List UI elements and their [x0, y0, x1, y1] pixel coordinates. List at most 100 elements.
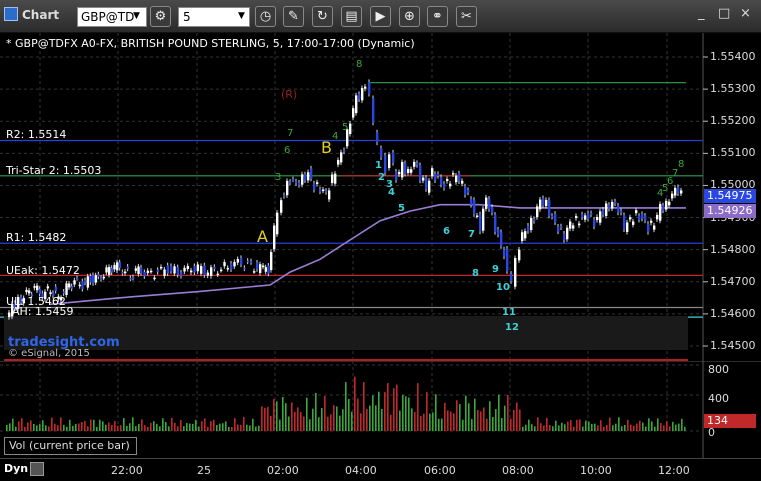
- volume-bar: [429, 413, 431, 431]
- ue-label-part1: UE: [6, 264, 22, 277]
- window-title: Chart: [22, 8, 60, 22]
- candle-body: [608, 204, 611, 209]
- candle-body: [665, 200, 668, 210]
- candle-body: [113, 264, 116, 270]
- volume-bar: [222, 423, 224, 431]
- candle-body: [482, 208, 485, 231]
- volume-study-label[interactable]: Vol (current price bar): [4, 437, 137, 455]
- candle-body: [560, 226, 563, 228]
- candle-body: [419, 165, 422, 181]
- candle-body: [388, 154, 391, 169]
- volume-bar: [237, 424, 239, 431]
- volume-bar: [147, 426, 149, 431]
- candle-body: [46, 286, 50, 289]
- r1-label: R1: 1.5482: [6, 231, 67, 244]
- candle-body: [587, 213, 590, 219]
- candle-body: [581, 214, 584, 218]
- volume-bar: [108, 422, 110, 431]
- volume-bar: [156, 423, 158, 431]
- candle-body: [473, 199, 476, 215]
- volume-bar: [405, 396, 407, 431]
- volume-bar: [648, 418, 650, 431]
- volume-bar: [627, 419, 629, 431]
- candle-body: [506, 248, 509, 272]
- volume-bar: [588, 421, 590, 431]
- volume-bar: [414, 412, 416, 431]
- maximize-icon[interactable]: □: [718, 6, 730, 21]
- candle-body: [500, 232, 503, 247]
- volume-bar: [39, 424, 41, 431]
- candle-body: [455, 175, 458, 183]
- copyright: © eSignal, 2015: [8, 348, 90, 359]
- b-marker: B: [321, 138, 332, 157]
- volume-bar: [600, 420, 602, 431]
- candle-body: [62, 291, 66, 294]
- candle-body: [596, 217, 599, 221]
- td-count: 12: [505, 322, 519, 333]
- candle-body: [617, 205, 620, 213]
- volume-bar: [477, 409, 479, 431]
- volume-bar: [561, 422, 563, 431]
- link-icon[interactable]: ⚭: [427, 6, 448, 27]
- candle-body: [243, 267, 246, 270]
- clock-icon[interactable]: ◷: [255, 6, 276, 27]
- volume-bar: [99, 419, 101, 431]
- interval-dropdown-icon[interactable]: ▼: [238, 11, 245, 21]
- volume-bar: [633, 425, 635, 431]
- volume-bar: [357, 398, 359, 431]
- candle-body: [124, 271, 127, 274]
- volume-bar: [321, 408, 323, 431]
- volume-bar: [468, 403, 470, 431]
- quote-icon[interactable]: ▤: [341, 6, 362, 27]
- volume-bar: [297, 407, 299, 431]
- volume-bar: [162, 418, 164, 431]
- candle-body: [283, 195, 286, 197]
- volume-bar: [189, 423, 191, 431]
- zoom-icon[interactable]: ⊕: [399, 6, 420, 27]
- volume-bar: [324, 396, 326, 431]
- minimize-icon[interactable]: _: [698, 6, 705, 21]
- candle-body: [340, 152, 343, 163]
- volume-bar: [306, 397, 308, 431]
- dyn-mode-label[interactable]: Dyn: [4, 462, 28, 475]
- volume-bar: [681, 418, 683, 431]
- symbol-dropdown-icon[interactable]: ▼: [133, 7, 147, 27]
- candle-body: [304, 174, 307, 181]
- candle-body: [92, 275, 95, 284]
- candle-body: [674, 187, 677, 196]
- candle-body: [514, 258, 517, 287]
- candle-body: [410, 169, 413, 173]
- pencil-icon[interactable]: ✎: [283, 6, 304, 27]
- volume-bar: [141, 419, 143, 431]
- dyn-settings-icon[interactable]: [30, 462, 44, 476]
- tools-icon[interactable]: ✂: [456, 6, 477, 27]
- price-chart[interactable]: [0, 33, 761, 361]
- volume-bar: [63, 424, 65, 431]
- candle-body: [298, 182, 301, 186]
- volume-bar: [207, 426, 209, 431]
- candle-body: [578, 223, 581, 226]
- volume-bar: [609, 417, 611, 431]
- volume-bar: [24, 426, 26, 431]
- volume-bar: [342, 409, 344, 431]
- volume-bar: [333, 405, 335, 431]
- candle-body: [193, 266, 196, 273]
- candle-body: [557, 226, 560, 232]
- volume-bar: [660, 422, 662, 431]
- volume-bar: [576, 419, 578, 431]
- candle-body: [518, 249, 521, 261]
- candle-body: [485, 197, 488, 209]
- volume-bar: [528, 419, 530, 431]
- refresh-icon[interactable]: ↻: [312, 6, 333, 27]
- vol-tick-400: 400: [708, 392, 729, 405]
- candle-body: [153, 277, 156, 280]
- candle-body: [611, 201, 614, 209]
- volume-bar: [399, 410, 401, 431]
- volume-bar: [339, 415, 341, 431]
- candle-body: [313, 183, 316, 190]
- close-icon[interactable]: ×: [740, 6, 751, 21]
- candle-body: [563, 233, 566, 241]
- volume-bar: [9, 423, 11, 431]
- settings-gear-icon[interactable]: ⚙: [150, 6, 171, 27]
- play-icon[interactable]: ▶: [370, 6, 391, 27]
